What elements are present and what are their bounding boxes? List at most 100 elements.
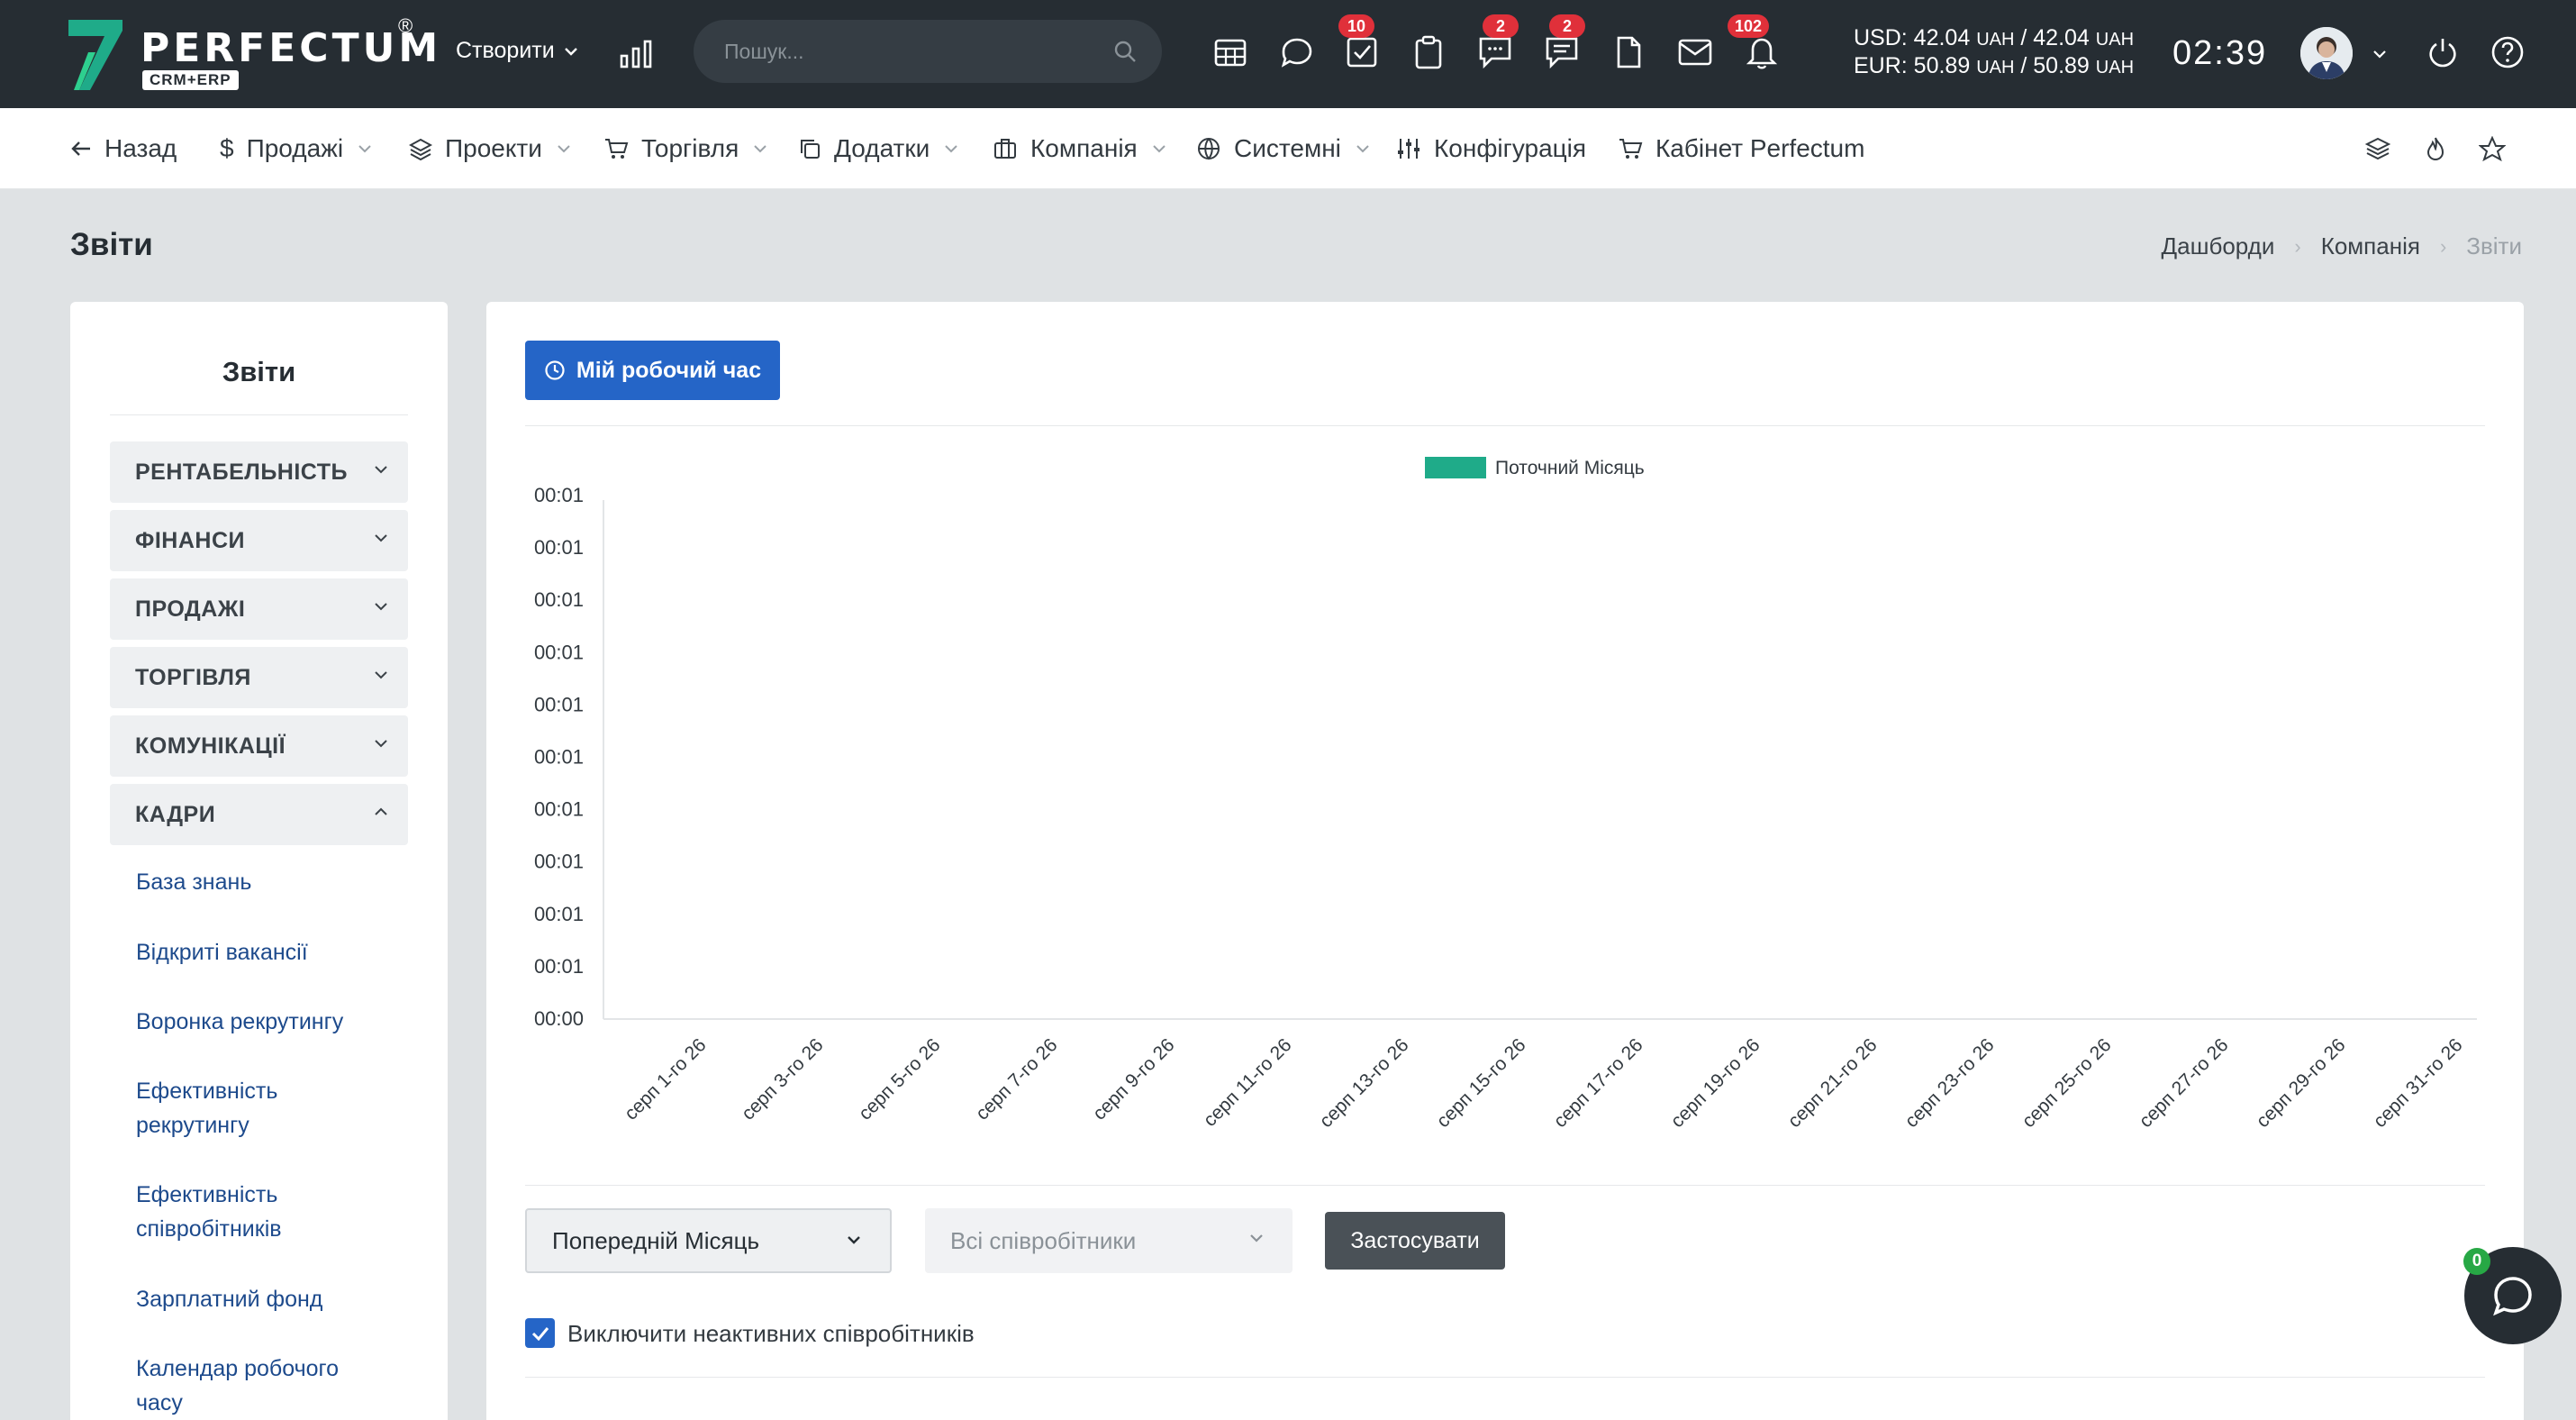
divider (525, 1377, 2485, 1378)
x-tick-label: серп 13-го 26 (1316, 1034, 1413, 1132)
nav-trade[interactable]: Торгівля (603, 133, 767, 164)
nav-company[interactable]: Компанія (993, 133, 1166, 164)
period-select-value: Попередній Місяць (552, 1226, 760, 1254)
nav-back-label: Назад (104, 134, 177, 162)
notifications-icon[interactable]: 102 (1728, 14, 1782, 72)
nav-sales[interactable]: $ Продажі (220, 133, 372, 164)
clipboard-icon[interactable] (1409, 32, 1448, 72)
mail-icon[interactable] (1675, 32, 1715, 72)
create-menu-button[interactable]: Створити (456, 38, 578, 64)
work-time-chart: Поточний Місяць 00:0000:0100:0100:0100:0… (534, 457, 2477, 1132)
staff-select[interactable]: Всі співробітники (925, 1208, 1293, 1273)
y-tick-label: 00:01 (534, 484, 584, 506)
sidebar-link-recruiting-funnel[interactable]: Воронка рекрутингу (136, 1005, 406, 1039)
top-bar: PERFECTUM ® CRM+ERP Створити 10 2 2 (0, 0, 2576, 108)
brand-name: PERFECTUM (141, 25, 442, 71)
calendar-icon[interactable] (1211, 32, 1250, 72)
sliders-icon (1398, 139, 1420, 159)
layers-toggle[interactable] (2365, 133, 2390, 164)
user-menu-chevron-icon[interactable] (2360, 34, 2399, 74)
nav-config-label: Конфігурація (1434, 134, 1587, 162)
search-icon[interactable] (1113, 40, 1137, 63)
star-button[interactable] (2479, 133, 2506, 164)
tasks-icon[interactable]: 10 (1338, 14, 1382, 72)
chevron-down-icon (375, 740, 387, 748)
flame-button[interactable] (2425, 133, 2446, 164)
x-tick-label: серп 17-го 26 (1550, 1034, 1647, 1132)
chart-y-axis: 00:00 00:01 00:01 00:01 00:01 00:01 00:01 00:01… (534, 484, 604, 1030)
sidebar-link-employee-efficiency[interactable]: Ефективність співробітників (136, 1178, 334, 1246)
clock: 02:39 (2172, 34, 2268, 72)
brand-registered: ® (398, 14, 413, 37)
sidebar-section-sales[interactable]: ПРОДАЖІ (110, 578, 408, 640)
legend-swatch[interactable] (1425, 457, 1486, 478)
sidebar-link-work-calendar[interactable]: Календар робочого часу (136, 1352, 370, 1420)
help-icon[interactable] (2488, 32, 2527, 72)
y-tick-label: 00:01 (534, 536, 584, 559)
comments-icon[interactable] (1277, 32, 1317, 72)
avatar[interactable] (2300, 27, 2353, 79)
sidebar-title: Звіти (222, 356, 296, 387)
feedback-icon[interactable]: 2 (1475, 14, 1519, 72)
sidebar-section-finance[interactable]: ФІНАНСИ (110, 510, 408, 571)
copy-icon (801, 140, 820, 159)
y-tick-label: 00:01 (534, 641, 584, 663)
nav-back[interactable]: Назад (70, 133, 177, 164)
breadcrumb-current: Звіти (2466, 232, 2522, 259)
nav-projects[interactable]: Проекти (409, 133, 571, 164)
legend-label[interactable]: Поточний Місяць (1495, 458, 1645, 478)
sidebar-link-knowledge-base[interactable]: База знань (136, 865, 406, 899)
x-tick-label: серп 1-го 26 (621, 1034, 711, 1124)
stats-icon[interactable] (616, 34, 656, 74)
chat-icon[interactable]: 2 (1542, 14, 1585, 72)
currency-rates: USD: 42.04 UAH / 42.04 UAH EUR: 50.89 UA… (1854, 25, 2134, 81)
power-icon[interactable] (2423, 32, 2463, 72)
x-tick-label: серп 31-го 26 (2370, 1034, 2467, 1132)
my-work-time-button[interactable]: Мій робочий час (525, 341, 780, 400)
exclude-inactive-label[interactable]: Виключити неактивних співробітників (567, 1320, 975, 1348)
chevron-down-icon (375, 603, 387, 611)
x-tick-label: серп 15-го 26 (1433, 1034, 1530, 1132)
exclude-inactive-checkbox[interactable] (525, 1318, 555, 1348)
star-icon (2479, 136, 2506, 161)
sidebar-section-profitability[interactable]: РЕНТАБЕЛЬНІСТЬ (110, 441, 408, 503)
y-tick-label: 00:01 (534, 746, 584, 769)
sidebar-section-hr[interactable]: КАДРИ (110, 784, 408, 845)
nav-addons[interactable]: Додатки (798, 133, 958, 164)
sidebar-link-open-vacancies[interactable]: Відкриті вакансії (136, 935, 406, 969)
period-select[interactable]: Попередній Місяць (525, 1208, 892, 1273)
apply-button[interactable]: Застосувати (1325, 1212, 1505, 1270)
nav-config[interactable]: Конфігурація (1396, 133, 1586, 164)
x-tick-label: серп 19-го 26 (1667, 1034, 1764, 1132)
arrow-left-icon (71, 141, 90, 156)
sidebar-link-payroll-fund[interactable]: Зарплатний фонд (136, 1282, 406, 1316)
chat-widget-badge: 0 (2463, 1248, 2490, 1275)
sidebar-section-label: ПРОДАЖІ (135, 596, 246, 622)
y-tick-label: 00:01 (534, 851, 584, 873)
usd-rate: USD: 42.04 UAH / 42.04 UAH (1854, 25, 2135, 50)
breadcrumb-company[interactable]: Компанія (2321, 232, 2420, 260)
dollar-icon: $ (220, 134, 234, 162)
breadcrumb-dashboards[interactable]: Дашборди (2162, 232, 2275, 260)
x-tick-label: серп 27-го 26 (2136, 1034, 2233, 1132)
nav-trade-label: Торгівля (641, 134, 739, 162)
sidebar-link-recruiting-efficiency[interactable]: Ефективність рекрутингу (136, 1074, 334, 1142)
document-icon[interactable] (1609, 32, 1648, 72)
create-label: Створити (456, 38, 555, 63)
search-input[interactable] (724, 34, 1084, 68)
main-nav: Назад $ Продажі Проекти Торгівля Додатки… (0, 108, 2576, 189)
search-box (694, 20, 1162, 83)
sidebar-divider (110, 414, 408, 415)
sidebar-section-communications[interactable]: КОМУНІКАЦІЇ (110, 715, 408, 777)
chart-x-axis: серп 1-го 26 серп 3-го 26 серп 5-го 26 серп… (603, 1018, 2477, 1132)
chevron-down-icon (945, 145, 957, 153)
x-tick-label: серп 29-го 26 (2253, 1034, 2350, 1132)
x-tick-label: серп 21-го 26 (1784, 1034, 1882, 1132)
chevron-down-icon (1153, 145, 1166, 153)
y-tick-label: 00:01 (534, 903, 584, 925)
chevron-up-icon (375, 807, 387, 815)
brand-logo[interactable]: PERFECTUM ® CRM+ERP (68, 14, 438, 94)
sidebar-section-trade[interactable]: ТОРГІВЛЯ (110, 647, 408, 708)
nav-cabinet[interactable]: Кабінет Perfectum (1618, 133, 1864, 164)
nav-system[interactable]: Системні (1196, 133, 1370, 164)
